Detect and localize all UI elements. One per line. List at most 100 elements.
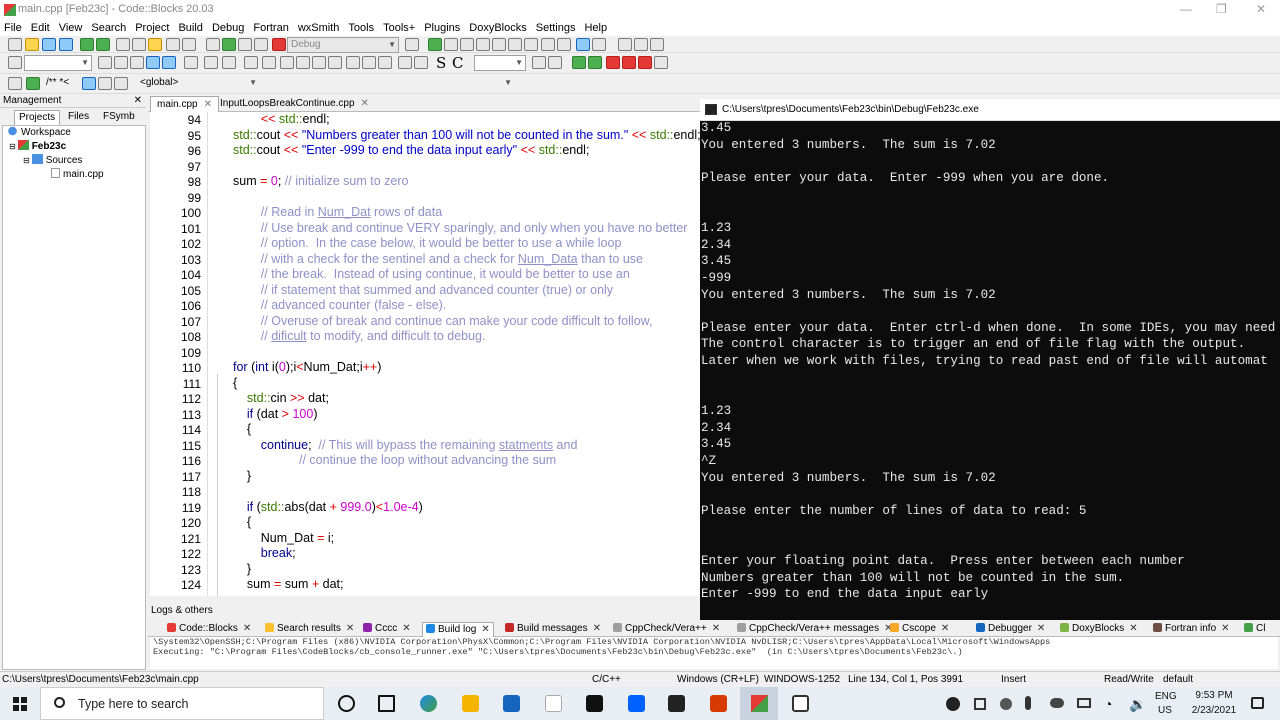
stop-debug-icon[interactable] [557,38,571,51]
log-tab-fortran-info[interactable]: Fortran info ✕ [1150,622,1233,637]
menu-tools-plus[interactable]: Tools+ [383,20,415,36]
tab-projects[interactable]: Projects [14,110,61,125]
build-settings-icon[interactable] [405,38,419,51]
tool-d-icon[interactable] [98,77,112,90]
code-line[interactable]: << std::endl; [233,112,330,126]
log-tab-build-messages[interactable]: Build messages ✕ [502,622,604,637]
menu-project[interactable]: Project [135,20,169,36]
microphone-icon[interactable] [1025,696,1031,710]
close-icon[interactable]: ✕ [346,623,354,634]
code-search-combo[interactable]: ▼ [474,55,526,71]
code-line[interactable]: { [233,422,251,436]
select-arrow-icon[interactable] [204,56,218,69]
shape-icon[interactable] [346,56,360,69]
tree-file[interactable]: main.cpp [51,168,104,182]
menu-debug[interactable]: Debug [212,20,244,36]
close-button[interactable]: ✕ [1256,2,1266,16]
minimize-button[interactable]: — [1180,2,1192,16]
close-icon[interactable]: ✕ [243,623,251,634]
redo-icon[interactable] [96,38,110,51]
log-tab-cscope[interactable]: Cscope ✕ [887,622,952,637]
tab-fsymb[interactable]: FSymb [99,110,139,125]
various-info-icon[interactable] [592,38,606,51]
code-line[interactable]: // continue the loop without advancing t… [233,453,556,467]
step-into-instruction-icon[interactable] [524,38,538,51]
file-explorer-icon[interactable] [462,695,479,712]
code-line[interactable]: sum = 0; // initialize sum to zero [233,174,408,188]
tool-e-icon[interactable] [114,77,128,90]
clock-date[interactable]: 2/23/2021 [1186,705,1242,716]
run-icon[interactable] [222,38,236,51]
codeblocks-taskbar-button[interactable] [740,687,778,720]
save-icon[interactable] [42,38,56,51]
search-combo[interactable]: ▼ [24,55,92,71]
code-line[interactable]: // Read in Num_Dat rows of data [233,205,442,219]
highlight-icon[interactable] [146,56,160,69]
close-icon[interactable]: ✕ [204,99,212,110]
pause-icon[interactable] [541,38,555,51]
align-4-icon[interactable] [328,56,342,69]
code-line[interactable]: { [233,376,237,390]
taskbar-search[interactable]: Type here to search [40,687,324,720]
close-icon[interactable]: ✕ [1037,623,1045,634]
undo-icon[interactable] [80,38,94,51]
code-line[interactable]: std::cout << "Numbers greater than 100 w… [233,128,700,142]
log-tab-debugger[interactable]: Debugger ✕ [973,622,1048,637]
menu-search[interactable]: Search [91,20,126,36]
close-icon[interactable]: ✕ [402,623,410,634]
debug-windows-icon[interactable] [576,38,590,51]
symbol-s-button[interactable]: S [436,54,446,72]
rect-icon[interactable] [244,56,258,69]
build-gear-icon[interactable] [206,38,220,51]
language-top[interactable]: ENG [1155,691,1177,702]
code-line[interactable]: Num_Dat = i; [233,531,334,545]
close-icon[interactable]: ✕ [1129,623,1137,634]
search-next-icon[interactable] [114,56,128,69]
comment-button[interactable]: /** *< [46,77,69,88]
debug-start-icon[interactable] [428,38,442,51]
battery-icon[interactable] [1077,698,1091,708]
tray-app-icon[interactable] [946,697,960,711]
log-tab-build-log[interactable]: Build log ✕ [422,622,494,637]
flag-prev-icon[interactable] [622,56,636,69]
code-line[interactable]: break; [233,546,296,560]
tree-folder[interactable]: ⊟ Sources [23,154,82,168]
clear-flags-icon[interactable] [654,56,668,69]
menu-doxyblocks[interactable]: DoxyBlocks [469,20,526,36]
tray-icon[interactable] [974,698,986,710]
open-folder-icon[interactable] [25,38,39,51]
next-arrow-icon[interactable] [588,56,602,69]
code-line[interactable]: // option. In the case below, it would b… [233,236,622,250]
tool-c-icon[interactable] [82,77,96,90]
menu-fortran[interactable]: Fortran [253,20,288,36]
menu-tools[interactable]: Tools [348,20,374,36]
code-line[interactable]: // Overuse of break and continue can mak… [233,314,653,328]
close-icon[interactable]: ✕ [134,95,142,106]
zoom-out-icon[interactable] [414,56,428,69]
prev-arrow-icon[interactable] [572,56,586,69]
clock-time[interactable]: 9:53 PM [1190,690,1238,701]
symbol-c-button[interactable]: C [452,54,463,72]
step-out-icon[interactable] [492,38,506,51]
menu-wxsmith[interactable]: wxSmith [298,20,340,36]
menu-file[interactable]: File [4,20,22,36]
log-tab-code-blocks[interactable]: Code::Blocks ✕ [164,622,254,637]
tool-b-icon[interactable] [26,77,40,90]
tree-project[interactable]: ⊟ Feb23c [9,140,66,154]
code-line[interactable]: } [233,562,251,576]
regex-icon[interactable] [162,56,176,69]
console-taskbar-icon[interactable] [792,695,809,712]
save-all-icon[interactable] [59,38,73,51]
close-icon[interactable]: ✕ [1221,623,1229,634]
log-tab-cl[interactable]: Cl [1241,622,1268,637]
shape-2-icon[interactable] [362,56,376,69]
close-icon[interactable]: ✕ [481,624,489,635]
task-view-icon[interactable] [378,695,395,712]
wrench-icon[interactable] [548,56,562,69]
build-target-select[interactable]: Debug ▼ [287,37,399,53]
zoom-in-icon[interactable] [398,56,412,69]
next-line-icon[interactable] [460,38,474,51]
store-icon[interactable] [503,695,520,712]
notifications-icon[interactable] [1251,697,1264,709]
tool-icon[interactable] [262,56,276,69]
